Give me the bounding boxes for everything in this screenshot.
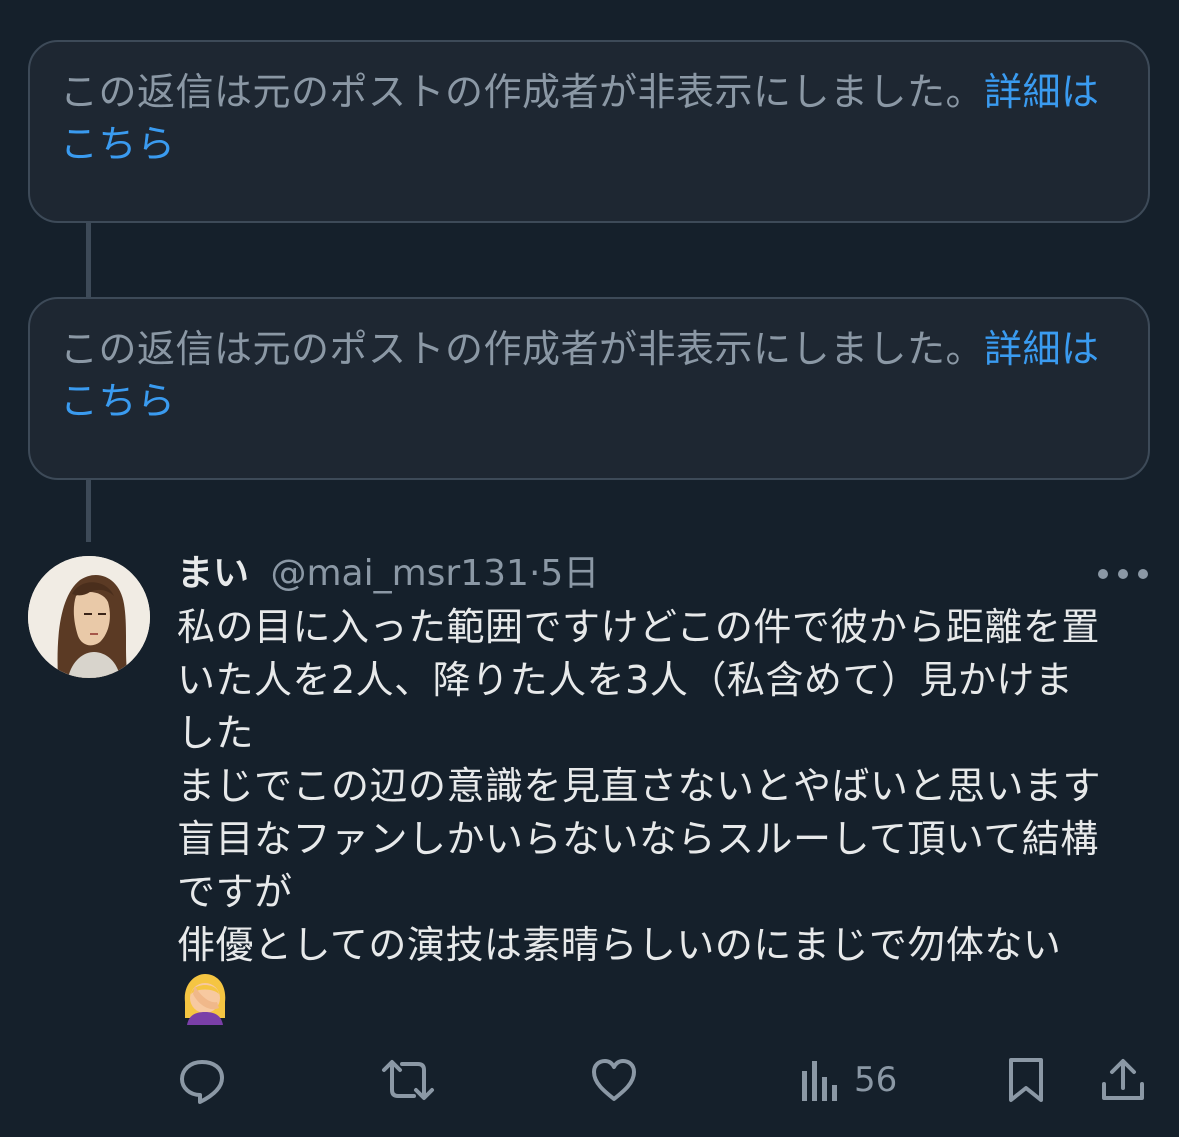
post-text-line: 盲目なファンしかいらないならスルーして頂いて結構 (177, 817, 1099, 861)
thread-connector (86, 480, 91, 542)
share-button[interactable] (1100, 1052, 1146, 1108)
views-count: 56 (854, 1060, 898, 1100)
thread-connector (86, 223, 91, 297)
post-text-line: 俳優としての演技は素晴らしいのにまじで勿体ない (177, 923, 1062, 967)
user-handle[interactable]: @mai_msr131 (270, 553, 528, 594)
post-text-line: 私の目に入った範囲ですけどこの件で彼から距離を置 (177, 605, 1100, 649)
separator-dot: · (528, 553, 541, 594)
post-actions-bar: 56 (0, 1052, 1179, 1108)
hidden-reply-notice: この返信は元のポストの作成者が非表示にしました。詳細はこちら (28, 40, 1150, 223)
bookmark-icon (1009, 1058, 1043, 1102)
hidden-reply-notice: この返信は元のポストの作成者が非表示にしました。詳細はこちら (28, 297, 1150, 480)
repost-button[interactable] (380, 1052, 436, 1108)
views-icon (802, 1061, 837, 1101)
like-button[interactable] (590, 1052, 638, 1108)
avatar[interactable] (28, 556, 150, 678)
post-text: 私の目に入った範囲ですけどこの件で彼から距離を置 いた人を2人、降りた人を3人（… (177, 601, 1137, 1025)
bookmark-button[interactable] (1006, 1052, 1046, 1108)
more-options-icon[interactable] (1098, 556, 1148, 592)
post-header: まい @mai_msr131·5日 (177, 548, 599, 600)
views-button[interactable]: 56 (800, 1052, 897, 1108)
post-text-line: いた人を2人、降りた人を3人（私含めて）見かけま (177, 658, 1074, 702)
hidden-reply-message: この返信は元のポストの作成者が非表示にしました。 (60, 70, 985, 114)
face-palm-emoji-icon (177, 972, 1137, 1025)
repost-icon (382, 1060, 434, 1100)
like-icon (592, 1059, 636, 1101)
post-text-line: まじでこの辺の意識を見直さないとやばいと思います (177, 764, 1102, 808)
display-name[interactable]: まい (177, 553, 249, 594)
post-text-line: した (177, 711, 255, 755)
post-timestamp[interactable]: 5日 (540, 553, 599, 594)
share-icon (1102, 1059, 1144, 1100)
reply-button[interactable] (178, 1052, 226, 1108)
hidden-reply-message: この返信は元のポストの作成者が非表示にしました。 (60, 327, 985, 371)
post-text-line: ですが (177, 870, 293, 914)
reply-icon (180, 1060, 224, 1104)
